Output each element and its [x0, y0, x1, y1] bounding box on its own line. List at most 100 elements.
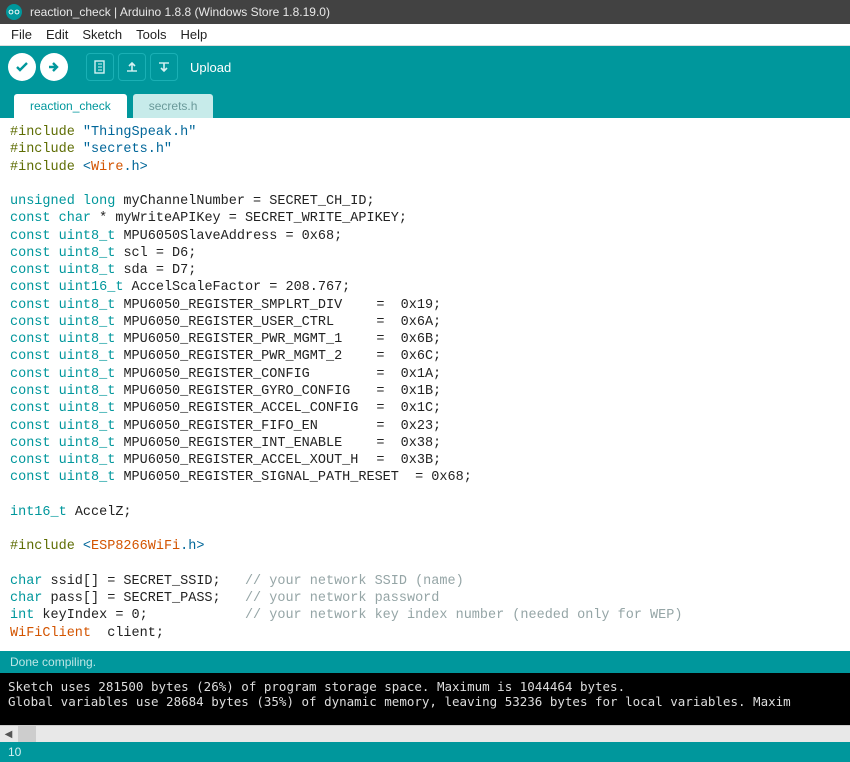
code-token: scl = D6;: [115, 246, 196, 261]
code-token: #include: [10, 125, 83, 140]
tabbar: reaction_check secrets.h: [0, 88, 850, 118]
tab-secrets-h[interactable]: secrets.h: [133, 94, 214, 118]
code-token: const: [10, 246, 51, 261]
code-token: uint8_t: [59, 384, 116, 399]
code-token: uint8_t: [59, 332, 116, 347]
code-token: const: [10, 436, 51, 451]
code-token: MPU6050_REGISTER_CONFIG: [115, 366, 376, 383]
code-token: MPU6050_REGISTER_PWR_MGMT_2: [115, 348, 376, 365]
code-token: uint8_t: [59, 419, 116, 434]
code-token: MPU6050_REGISTER_ACCEL_CONFIG: [115, 400, 376, 417]
code-token: const: [10, 401, 51, 416]
code-token: char: [59, 211, 91, 226]
code-token: .h>: [180, 539, 204, 554]
menu-sketch[interactable]: Sketch: [75, 25, 129, 44]
scroll-left-icon[interactable]: ◀: [0, 726, 17, 742]
line-number: 10: [8, 745, 21, 759]
menu-help[interactable]: Help: [173, 25, 214, 44]
code-token: const: [10, 384, 51, 399]
code-token: ssid[] = SECRET_SSID;: [42, 574, 245, 589]
code-token: const: [10, 332, 51, 347]
scroll-thumb[interactable]: [18, 726, 36, 742]
code-token: uint8_t: [59, 453, 116, 468]
code-token: WiFiClient: [10, 626, 91, 641]
code-token: MPU6050_REGISTER_ACCEL_XOUT_H: [115, 452, 376, 469]
verify-button[interactable]: [8, 53, 36, 81]
code-token: const: [10, 349, 51, 364]
code-token: sda = D7;: [115, 263, 196, 278]
upload-button[interactable]: [40, 53, 68, 81]
code-token: const: [10, 453, 51, 468]
console-line: Global variables use 28684 bytes (35%) o…: [8, 694, 791, 709]
code-token: AccelZ;: [67, 505, 132, 520]
open-button[interactable]: [118, 53, 146, 81]
console-scrollbar[interactable]: ◀: [0, 725, 850, 742]
code-token: uint8_t: [59, 246, 116, 261]
code-token: const: [10, 367, 51, 382]
code-token: MPU6050_REGISTER_INT_ENABLE: [115, 435, 376, 452]
code-token: myChannelNumber = SECRET_CH_ID;: [115, 194, 374, 209]
code-token: const: [10, 419, 51, 434]
code-token: ESP8266WiFi: [91, 539, 180, 554]
console-output[interactable]: Sketch uses 281500 bytes (26%) of progra…: [0, 673, 850, 725]
code-token: Wire: [91, 160, 123, 175]
code-editor[interactable]: #include "ThingSpeak.h" #include "secret…: [0, 118, 850, 651]
code-token: // your network password: [245, 591, 439, 606]
code-token: const: [10, 229, 51, 244]
new-button[interactable]: [86, 53, 114, 81]
code-token: // your network SSID (name): [245, 574, 464, 589]
compile-status-text: Done compiling.: [10, 655, 96, 669]
compile-status: Done compiling.: [0, 651, 850, 673]
code-token: MPU6050_REGISTER_SMPLRT_DIV: [115, 297, 376, 314]
code-token: MPU6050SlaveAddress = 0x68;: [115, 229, 342, 244]
console-line: Sketch uses 281500 bytes (26%) of progra…: [8, 679, 625, 694]
code-token: const: [10, 263, 51, 278]
code-token: uint8_t: [59, 315, 116, 330]
code-token: uint8_t: [59, 298, 116, 313]
code-token: #include: [10, 160, 83, 175]
save-button[interactable]: [150, 53, 178, 81]
code-token: const: [10, 315, 51, 330]
code-token: MPU6050_REGISTER_USER_CTRL: [115, 314, 376, 331]
code-token: * myWriteAPIKey = SECRET_WRITE_APIKEY;: [91, 211, 407, 226]
code-token: <: [83, 160, 91, 175]
menubar: File Edit Sketch Tools Help: [0, 24, 850, 46]
code-token: "secrets.h": [83, 142, 172, 157]
menu-tools[interactable]: Tools: [129, 25, 173, 44]
code-token: .h>: [123, 160, 147, 175]
code-token: unsigned: [10, 194, 75, 209]
code-token: uint8_t: [59, 349, 116, 364]
code-token: char: [10, 591, 42, 606]
code-token: char: [10, 574, 42, 589]
code-token: pass[] = SECRET_PASS;: [42, 591, 245, 606]
code-token: uint8_t: [59, 470, 116, 485]
menu-file[interactable]: File: [4, 25, 39, 44]
code-token: uint8_t: [59, 436, 116, 451]
code-token: #include: [10, 539, 83, 554]
code-token: uint16_t: [59, 280, 124, 295]
code-token: keyIndex = 0;: [34, 608, 245, 623]
code-token: "ThingSpeak.h": [83, 125, 196, 140]
code-token: uint8_t: [59, 229, 116, 244]
tab-reaction-check[interactable]: reaction_check: [14, 94, 127, 118]
code-token: AccelScaleFactor = 208.767;: [123, 280, 350, 295]
code-token: #include: [10, 142, 83, 157]
code-token: int: [10, 608, 34, 623]
footer-status: 10: [0, 742, 850, 762]
code-token: <: [83, 539, 91, 554]
code-token: MPU6050_REGISTER_PWR_MGMT_1: [115, 331, 376, 348]
code-token: uint8_t: [59, 401, 116, 416]
code-token: long: [83, 194, 115, 209]
code-token: MPU6050_REGISTER_SIGNAL_PATH_RESET = 0x6…: [115, 470, 471, 485]
toolbar-status-label: Upload: [190, 60, 231, 75]
code-token: client;: [91, 626, 164, 641]
toolbar: Upload: [0, 46, 850, 88]
arduino-logo-icon: [6, 4, 22, 20]
code-token: uint8_t: [59, 263, 116, 278]
code-token: uint8_t: [59, 367, 116, 382]
menu-edit[interactable]: Edit: [39, 25, 75, 44]
code-token: MPU6050_REGISTER_GYRO_CONFIG: [115, 383, 376, 400]
window-title: reaction_check | Arduino 1.8.8 (Windows …: [30, 5, 330, 19]
code-token: // your network key index number (needed…: [245, 608, 682, 623]
code-token: MPU6050_REGISTER_FIFO_EN: [115, 418, 376, 435]
